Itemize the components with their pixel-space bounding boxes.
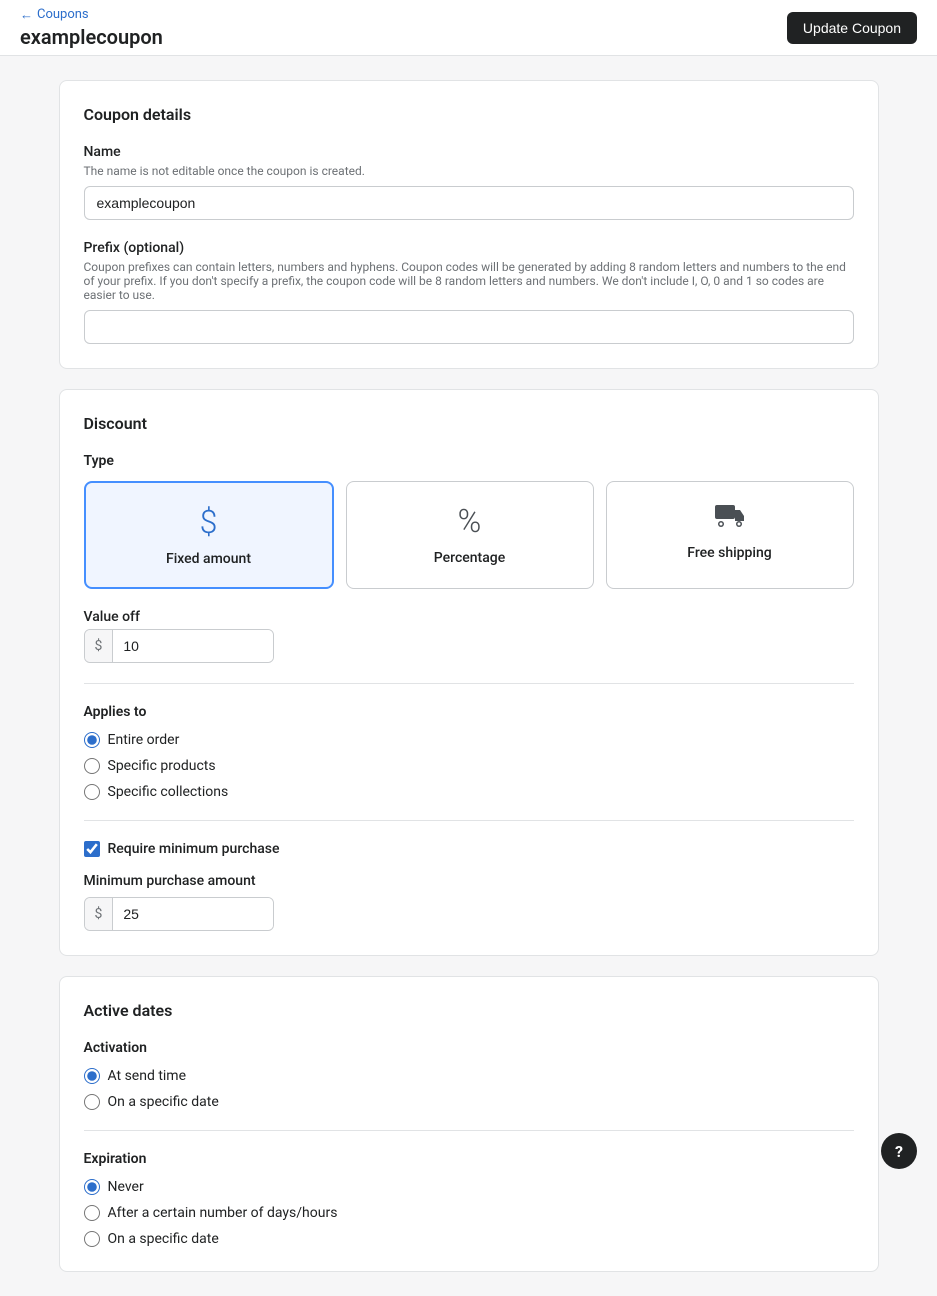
type-fixed-amount[interactable]: $ Fixed amount [84,481,334,589]
applies-specific-collections-radio[interactable] [84,784,100,800]
value-field: $ [84,629,274,663]
specific-collections-label: Specific collections [108,784,229,800]
type-options: $ Fixed amount % Percentage [84,481,854,589]
applies-to-options: Entire order Specific products Specific … [84,732,854,800]
help-button[interactable]: ? [881,1133,917,1169]
min-purchase-field: $ [84,897,854,931]
name-hint: The name is not editable once the coupon… [84,164,854,178]
applies-specific-products[interactable]: Specific products [84,758,854,774]
expiration-specific-date-label: On a specific date [108,1231,219,1247]
coupon-details-title: Coupon details [84,105,854,124]
fixed-amount-label: Fixed amount [166,551,251,567]
min-purchase-checkbox-row: Require minimum purchase [84,841,854,857]
specific-products-label: Specific products [108,758,216,774]
prefix-field-group: Prefix (optional) Coupon prefixes can co… [84,240,854,344]
divider-2 [84,820,854,821]
breadcrumb-label: Coupons [37,7,89,22]
value-off-group: Value off $ [84,609,854,663]
applies-to-section: Applies to Entire order Specific product… [84,704,854,800]
discount-title: Discount [84,414,854,433]
activation-specific-date-label: On a specific date [108,1094,219,1110]
prefix-input[interactable] [84,310,854,344]
applies-entire-order-radio[interactable] [84,732,100,748]
prefix-label: Prefix (optional) [84,240,854,256]
min-purchase-section: Require minimum purchase Minimum purchas… [84,841,854,931]
min-purchase-input[interactable] [113,898,273,930]
percent-icon: % [458,502,482,540]
page-title: examplecoupon [20,25,163,49]
arrow-icon: ← [20,7,33,23]
activation-specific-date-radio[interactable] [84,1094,100,1110]
expiration-label: Expiration [84,1151,854,1167]
activation-specific-date[interactable]: On a specific date [84,1094,854,1110]
free-shipping-label: Free shipping [687,545,771,561]
applies-specific-collections[interactable]: Specific collections [84,784,854,800]
min-purchase-value-field: $ [84,897,274,931]
name-input[interactable] [84,186,854,220]
min-purchase-checkbox-label: Require minimum purchase [108,841,280,857]
applies-to-label: Applies to [84,704,854,720]
value-off-label: Value off [84,609,854,625]
expiration-after-days-label: After a certain number of days/hours [108,1205,338,1221]
applies-entire-order[interactable]: Entire order [84,732,854,748]
min-purchase-checkbox[interactable] [84,841,100,857]
breadcrumb-link[interactable]: ← Coupons [20,7,163,23]
top-left: ← Coupons examplecoupon [20,7,163,49]
divider-1 [84,683,854,684]
expiration-specific-date-radio[interactable] [84,1231,100,1247]
activation-label: Activation [84,1040,854,1056]
at-send-time-radio[interactable] [84,1068,100,1084]
divider-3 [84,1130,854,1131]
coupon-details-card: Coupon details Name The name is not edit… [59,80,879,369]
discount-card: Discount Type $ Fixed amount % Percentag… [59,389,879,956]
name-field-group: Name The name is not editable once the c… [84,144,854,220]
activation-options: At send time On a specific date [84,1068,854,1110]
expiration-after-days-radio[interactable] [84,1205,100,1221]
activation-section: Activation At send time On a specific da… [84,1040,854,1110]
activation-at-send-time[interactable]: At send time [84,1068,854,1084]
truck-icon [714,502,746,535]
top-bar: ← Coupons examplecoupon Update Coupon [0,0,937,56]
prefix-hint: Coupon prefixes can contain letters, num… [84,260,854,302]
expiration-never[interactable]: Never [84,1179,854,1195]
type-percentage[interactable]: % Percentage [346,481,594,589]
dollar-icon: $ [200,503,218,541]
main-content: Coupon details Name The name is not edit… [39,80,899,1272]
type-free-shipping[interactable]: Free shipping [606,481,854,589]
expiration-never-label: Never [108,1179,144,1195]
expiration-never-radio[interactable] [84,1179,100,1195]
applies-specific-products-radio[interactable] [84,758,100,774]
expiration-specific-date[interactable]: On a specific date [84,1231,854,1247]
at-send-time-label: At send time [108,1068,187,1084]
update-coupon-button[interactable]: Update Coupon [787,12,917,44]
name-label: Name [84,144,854,160]
value-input[interactable] [113,630,273,662]
expiration-options: Never After a certain number of days/hou… [84,1179,854,1247]
entire-order-label: Entire order [108,732,180,748]
expiration-after-days[interactable]: After a certain number of days/hours [84,1205,854,1221]
min-purchase-prefix: $ [85,898,114,930]
min-purchase-amount-label: Minimum purchase amount [84,873,854,889]
active-dates-title: Active dates [84,1001,854,1020]
value-prefix: $ [85,630,114,662]
expiration-section: Expiration Never After a certain number … [84,1151,854,1247]
active-dates-card: Active dates Activation At send time On … [59,976,879,1272]
percentage-label: Percentage [434,550,505,566]
type-label: Type [84,453,854,469]
